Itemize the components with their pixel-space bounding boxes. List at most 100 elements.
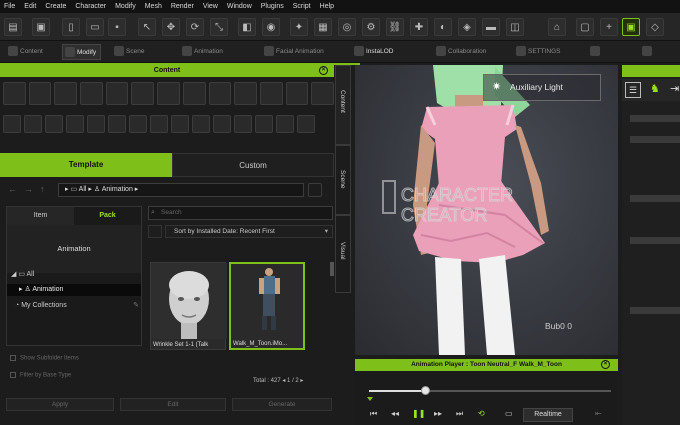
tab-settings[interactable]: SETTINGS (514, 44, 561, 60)
home-icon[interactable]: ⌂ (548, 18, 566, 36)
category-camera-icon[interactable] (208, 81, 232, 105)
generate-button[interactable]: Generate (232, 398, 332, 411)
search-tab[interactable] (588, 44, 602, 60)
motion-pose-icon[interactable]: ♞ (650, 82, 660, 95)
category-pose-icon[interactable] (157, 81, 180, 105)
subcategory-5-icon[interactable] (87, 115, 105, 133)
menu-view[interactable]: View (203, 0, 218, 13)
thumbnail-walk-m-toon[interactable]: Walk_M_Toon.iMo... (229, 262, 305, 350)
back-arrow-icon[interactable]: ← (8, 184, 17, 194)
grid-icon[interactable]: ▦ (314, 18, 332, 36)
tab-collaboration[interactable]: Collaboration (434, 44, 486, 60)
menu-create[interactable]: Create (45, 0, 66, 13)
next-page-icon[interactable]: ▸ (300, 378, 303, 384)
morph-icon[interactable]: ◐ (434, 18, 452, 36)
export-icon[interactable]: ⇤ (595, 409, 602, 418)
subcategory-9-icon[interactable] (171, 115, 189, 133)
tree-item-animation[interactable]: ▸ ♙ Animation (7, 284, 141, 296)
search-input[interactable]: ⌕ Search (148, 206, 333, 220)
subcategory-15-icon[interactable] (297, 115, 315, 133)
menu-mesh[interactable]: Mesh (145, 0, 162, 13)
sort-toggle-icon[interactable] (148, 225, 162, 238)
timeline-icon[interactable]: ▬ (482, 18, 500, 36)
modify-row[interactable] (630, 307, 680, 314)
goto-start-icon[interactable]: ⏮ (370, 409, 377, 419)
menu-modify[interactable]: Modify (115, 0, 136, 13)
3d-viewport[interactable]: CHARACTER CREATOR ✷ Auxiliary Light Bub0… (355, 65, 618, 355)
move-icon[interactable]: ✥ (162, 18, 180, 36)
subcategory-13-icon[interactable] (255, 115, 273, 133)
cube-icon[interactable]: ◇ (646, 18, 664, 36)
sliders-icon[interactable]: ☰ (625, 82, 641, 98)
subcategory-10-icon[interactable] (192, 115, 210, 133)
breadcrumb-all[interactable]: All (79, 186, 87, 193)
goto-end-icon[interactable]: ⏭ (456, 409, 463, 419)
tree-item-my-collections[interactable]: ◔ My Collections ✎ (15, 300, 139, 312)
menu-edit[interactable]: Edit (24, 0, 36, 13)
close-icon[interactable]: × (319, 66, 328, 75)
category-light-icon[interactable] (234, 81, 257, 105)
menu-help[interactable]: Help (320, 0, 334, 13)
layout-icon[interactable]: ▢ (576, 18, 594, 36)
timeline-scrubber[interactable] (420, 386, 430, 395)
forward-arrow-icon[interactable]: → (24, 184, 33, 194)
checkbox-icon[interactable] (10, 355, 16, 361)
menu-character[interactable]: Character (75, 0, 106, 13)
new-scene-icon[interactable]: ▣ (32, 18, 50, 36)
breadcrumb-animation[interactable]: Animation (102, 186, 133, 193)
tab-instalod[interactable]: InstaLOD (352, 44, 393, 60)
thumbnail-wrinkle-set[interactable]: Wrinkle Set 1-1 (Talk (150, 262, 227, 350)
active-view-icon[interactable]: ▣ (622, 18, 640, 36)
new-project-icon[interactable]: ▤ (4, 18, 22, 36)
bone-icon[interactable]: ✚ (410, 18, 428, 36)
up-arrow-icon[interactable]: ↑ (40, 184, 45, 194)
subtitle-icon[interactable]: ▭ (505, 409, 513, 418)
category-project-icon[interactable] (3, 81, 26, 105)
subcategory-6-icon[interactable] (108, 115, 126, 133)
category-motion-icon[interactable] (131, 81, 155, 105)
prev-frame-icon[interactable]: ◂◂ (391, 409, 399, 418)
subcategory-1-icon[interactable] (3, 115, 21, 133)
menu-render[interactable]: Render (171, 0, 194, 13)
subcategory-11-icon[interactable] (213, 115, 231, 133)
open-folder-icon[interactable]: ▭ (86, 18, 104, 36)
tree-item-all[interactable]: ◢ ▭ All (11, 269, 141, 281)
edit-pencil-icon[interactable]: ✎ (133, 300, 139, 312)
sort-dropdown[interactable]: Sort by Installed Date: Recent First ▾ (165, 225, 333, 238)
auxiliary-light-label[interactable]: ✷ Auxiliary Light (483, 74, 601, 101)
tool-icon[interactable]: ⚙ (362, 18, 380, 36)
subcategory-12-icon[interactable] (234, 115, 252, 133)
subcategory-2-icon[interactable] (24, 115, 42, 133)
side-tab-content[interactable]: Content (335, 65, 351, 145)
tab-item[interactable]: Item (7, 207, 74, 225)
tab-template[interactable]: Template (0, 153, 172, 177)
category-accessory-icon[interactable] (54, 81, 78, 105)
menu-plugins[interactable]: Plugins (261, 0, 284, 13)
subcategory-8-icon[interactable] (150, 115, 168, 133)
realtime-button[interactable]: Realtime (523, 408, 573, 422)
apply-button[interactable]: Apply (6, 398, 114, 411)
menu-file[interactable]: File (4, 0, 15, 13)
view-icon[interactable]: ◧ (238, 18, 256, 36)
pause-icon[interactable]: ❚❚ (412, 409, 425, 418)
subcategory-7-icon[interactable] (129, 115, 147, 133)
subcategory-3-icon[interactable] (45, 115, 63, 133)
scale-icon[interactable]: ⤡ (210, 18, 228, 36)
subcategory-4-icon[interactable] (66, 115, 84, 133)
rotate-icon[interactable]: ⟳ (186, 18, 204, 36)
save-icon[interactable]: ▪ (108, 18, 126, 36)
tab-content[interactable]: Content (6, 44, 43, 60)
tab-pack[interactable]: Pack (74, 207, 141, 225)
add-icon[interactable]: + (600, 18, 618, 36)
refresh-icon[interactable] (308, 183, 322, 197)
capture-icon[interactable]: ◫ (506, 18, 524, 36)
link-icon[interactable]: ⛓ (386, 18, 404, 36)
pin-tab[interactable] (640, 44, 654, 60)
select-icon[interactable]: ↖ (138, 18, 156, 36)
next-frame-icon[interactable]: ▸▸ (434, 409, 442, 418)
render-icon[interactable]: ◎ (338, 18, 356, 36)
modify-row[interactable] (630, 136, 680, 143)
modify-row[interactable] (630, 195, 680, 202)
menu-script[interactable]: Script (293, 0, 311, 13)
new-file-icon[interactable]: ▯ (62, 18, 80, 36)
